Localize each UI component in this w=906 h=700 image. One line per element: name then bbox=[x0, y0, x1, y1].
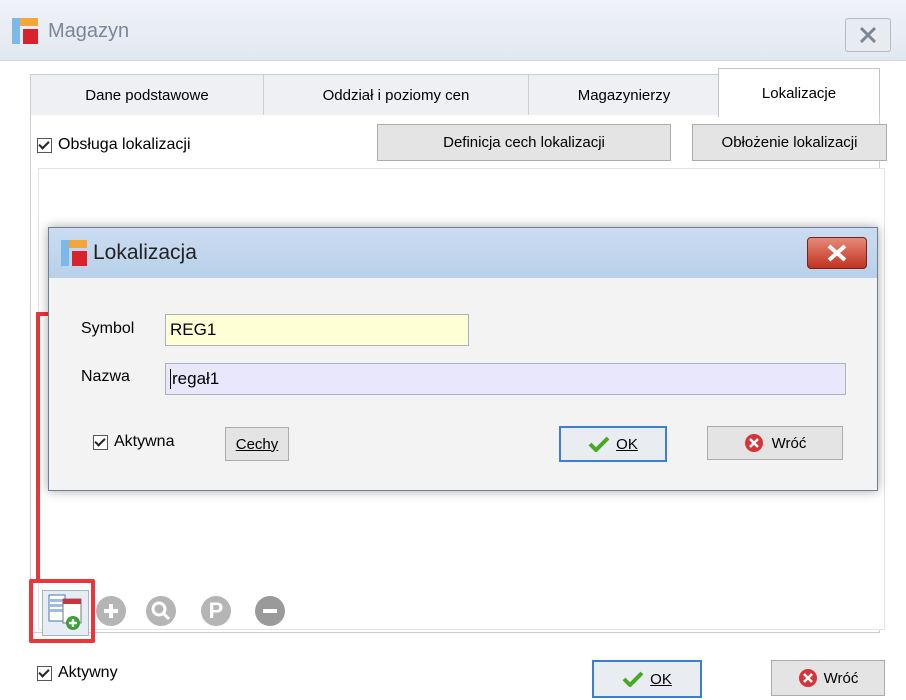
dialog-title: Lokalizacja bbox=[93, 241, 197, 264]
close-icon bbox=[827, 244, 847, 262]
app-logo-icon bbox=[61, 240, 87, 266]
window-close-button[interactable] bbox=[845, 18, 891, 52]
active-checkbox-label: Aktywny bbox=[58, 664, 118, 681]
dialog-active-label: Aktywna bbox=[114, 433, 175, 450]
tab-magazynierzy[interactable]: Magazynierzy bbox=[528, 74, 720, 115]
occupancy-button[interactable]: Obłożenie lokalizacji bbox=[692, 124, 887, 161]
name-value: regał1 bbox=[170, 369, 220, 389]
symbol-label: Symbol bbox=[81, 320, 135, 337]
location-dialog: Lokalizacja Symbol REG1 Nazwa regał1 Akt… bbox=[48, 227, 878, 491]
dialog-active-checkbox[interactable]: Aktywna bbox=[93, 433, 174, 451]
tab-lokalizacje[interactable]: Lokalizacje bbox=[718, 68, 880, 117]
plus-circle-icon[interactable] bbox=[96, 596, 126, 626]
app-logo-icon bbox=[12, 18, 38, 44]
back-label: Wróć bbox=[823, 669, 859, 687]
check-icon bbox=[588, 436, 610, 452]
tab-oddzial[interactable]: Oddział i poziomy cen bbox=[263, 74, 529, 115]
symbol-value: REG1 bbox=[170, 320, 217, 339]
p-icon-label: P bbox=[208, 598, 224, 623]
checkbox-box bbox=[93, 434, 108, 450]
dialog-ok-button[interactable]: OK bbox=[559, 426, 667, 462]
tab-label: Magazynierzy bbox=[577, 86, 671, 104]
active-checkbox[interactable]: Aktywny bbox=[37, 664, 118, 682]
features-button[interactable]: Cechy bbox=[225, 427, 289, 461]
window-title: Magazyn bbox=[48, 20, 130, 42]
dialog-ok-label: OK bbox=[616, 435, 638, 453]
ok-label: OK bbox=[650, 670, 672, 688]
handling-checkbox[interactable]: Obsługa lokalizacji bbox=[37, 136, 191, 154]
cancel-icon bbox=[798, 669, 817, 687]
dialog-close-button[interactable] bbox=[807, 237, 867, 269]
tab-label: Lokalizacje bbox=[761, 84, 837, 102]
p-round-icon[interactable]: P bbox=[201, 596, 231, 626]
minus-circle-icon[interactable] bbox=[255, 596, 285, 626]
features-definition-button[interactable]: Definicja cech lokalizacji bbox=[377, 124, 671, 161]
check-icon bbox=[622, 671, 644, 687]
features-label: Cechy bbox=[235, 435, 279, 453]
cancel-icon bbox=[744, 434, 763, 452]
occupancy-label: Obłożenie lokalizacji bbox=[721, 134, 858, 151]
checkbox-box bbox=[37, 137, 52, 153]
tab-label: Oddział i poziomy cen bbox=[322, 86, 470, 104]
ok-button[interactable]: OK bbox=[592, 660, 702, 698]
dialog-back-button[interactable]: Wróć bbox=[707, 426, 843, 460]
close-icon bbox=[859, 26, 877, 44]
tab-dane-podstawowe[interactable]: Dane podstawowe bbox=[30, 74, 264, 115]
search-icon[interactable] bbox=[146, 596, 176, 626]
dialog-back-label: Wróć bbox=[771, 434, 807, 452]
name-input[interactable]: regał1 bbox=[165, 363, 846, 395]
name-label: Nazwa bbox=[81, 368, 130, 385]
tab-label: Dane podstawowe bbox=[85, 86, 209, 104]
handling-checkbox-label: Obsługa lokalizacji bbox=[58, 136, 191, 153]
back-button[interactable]: Wróć bbox=[771, 660, 885, 696]
symbol-input[interactable]: REG1 bbox=[165, 314, 469, 346]
dialog-titlebar: Lokalizacja bbox=[49, 228, 877, 278]
checkbox-box bbox=[37, 665, 52, 681]
features-definition-label: Definicja cech lokalizacji bbox=[443, 134, 605, 151]
window-titlebar: Magazyn bbox=[0, 0, 906, 61]
